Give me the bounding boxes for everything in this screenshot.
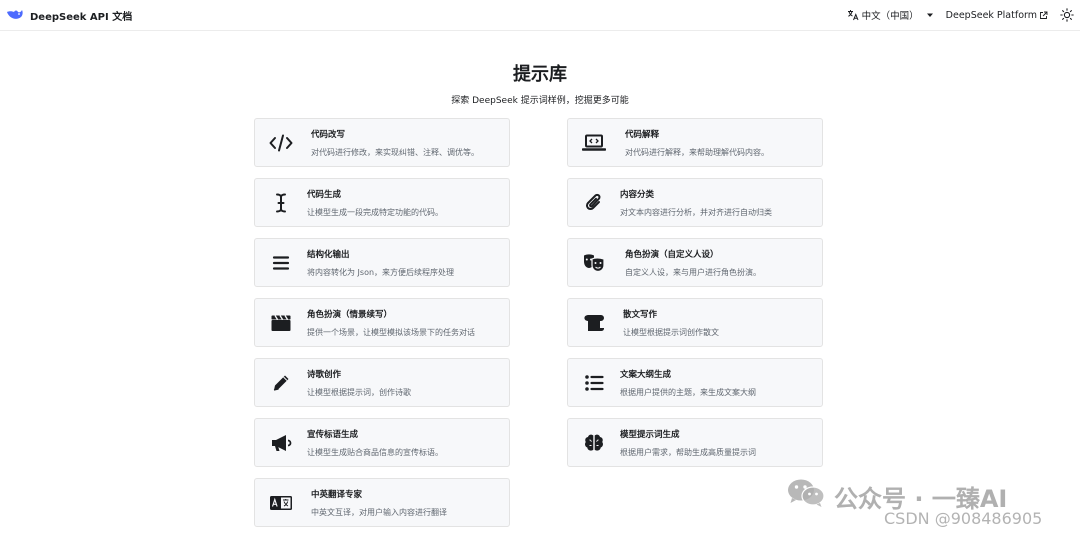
masks-icon bbox=[582, 252, 606, 274]
card-title: 文案大纲生成 bbox=[620, 370, 672, 380]
card-title: 结构化输出 bbox=[307, 250, 350, 260]
language-label: 中文（中国） bbox=[861, 11, 919, 22]
caret-down-icon bbox=[926, 11, 934, 19]
navbar-right: 中文（中国） DeepSeek Platform bbox=[847, 8, 1074, 22]
megaphone-icon bbox=[269, 432, 293, 454]
page-title: 提示库 bbox=[513, 64, 567, 85]
card-title: 诗歌创作 bbox=[307, 370, 342, 380]
card-description: 将内容转化为 Json，来方便后续程序处理 bbox=[307, 268, 455, 277]
prompt-card-outline-generation[interactable]: 文案大纲生成 根据用户提供的主题，来生成文案大纲 bbox=[567, 358, 823, 407]
brain-icon bbox=[582, 432, 606, 454]
laptop-code-icon bbox=[582, 132, 606, 154]
prompt-card-prose-writing[interactable]: 散文写作 让模型根据提示词创作散文 bbox=[567, 298, 823, 347]
prompt-card-slogan-generation[interactable]: 宣传标语生成 让模型生成贴合商品信息的宣传标语。 bbox=[254, 418, 510, 467]
prompt-card-roleplay-custom[interactable]: 角色扮演（自定义人设） 自定义人设，来与用户进行角色扮演。 bbox=[567, 238, 823, 287]
brand-title: DeepSeek API 文档 bbox=[30, 11, 133, 23]
scroll-icon bbox=[582, 312, 606, 334]
card-title: 角色扮演（情景续写） bbox=[307, 310, 393, 320]
brand-link[interactable]: DeepSeek API 文档 bbox=[6, 8, 132, 23]
card-description: 根据用户需求，帮助生成高质量提示词 bbox=[620, 448, 756, 457]
prompt-card-content-classification[interactable]: 内容分类 对文本内容进行分析，并对齐进行自动归类 bbox=[567, 178, 823, 227]
translate-icon bbox=[847, 9, 859, 21]
card-description: 提供一个场景，让模型模拟该场景下的任务对话 bbox=[307, 328, 475, 337]
prompt-card-translation-expert[interactable]: 中英翻译专家 中英文互译，对用户输入内容进行翻译 bbox=[254, 478, 510, 527]
prompt-card-code-rewrite[interactable]: 代码改写 对代码进行修改，来实现纠错、注释、调优等。 bbox=[254, 118, 510, 167]
card-description: 根据用户提供的主题，来生成文案大纲 bbox=[620, 388, 756, 397]
card-description: 对代码进行解释，来帮助理解代码内容。 bbox=[625, 148, 769, 157]
card-title: 代码改写 bbox=[311, 130, 346, 140]
card-description: 让模型根据提示词创作散文 bbox=[623, 328, 719, 337]
platform-link-label: DeepSeek Platform bbox=[945, 9, 1037, 21]
wechat-icon bbox=[786, 477, 826, 515]
platform-link[interactable]: DeepSeek Platform bbox=[946, 10, 1048, 21]
card-title: 模型提示词生成 bbox=[620, 430, 680, 440]
card-title: 内容分类 bbox=[620, 190, 655, 200]
paperclip-icon bbox=[582, 192, 606, 214]
card-title: 代码解释 bbox=[625, 130, 660, 140]
prompt-card-prompt-generation[interactable]: 模型提示词生成 根据用户需求，帮助生成高质量提示词 bbox=[567, 418, 823, 467]
card-description: 对文本内容进行分析，并对齐进行自动归类 bbox=[620, 208, 772, 217]
card-title: 散文写作 bbox=[623, 310, 658, 320]
card-description: 让模型生成一段完成特定功能的代码。 bbox=[307, 208, 443, 217]
card-description: 让模型根据提示词，创作诗歌 bbox=[307, 388, 411, 397]
prompt-card-code-explain[interactable]: 代码解释 对代码进行解释，来帮助理解代码内容。 bbox=[567, 118, 823, 167]
bars-icon bbox=[269, 252, 293, 274]
pencil-icon bbox=[269, 372, 293, 394]
code-icon bbox=[269, 132, 293, 154]
sun-icon[interactable] bbox=[1060, 8, 1074, 22]
prompt-card-poetry[interactable]: 诗歌创作 让模型根据提示词，创作诗歌 bbox=[254, 358, 510, 407]
card-title: 角色扮演（自定义人设） bbox=[625, 250, 719, 260]
top-navbar: DeepSeek API 文档 中文（中国） DeepSeek Platform bbox=[0, 0, 1080, 31]
list-icon bbox=[582, 372, 606, 394]
page-subtitle: 探索 DeepSeek 提示词样例，挖掘更多可能 bbox=[451, 96, 629, 106]
deepseek-whale-logo-icon bbox=[6, 8, 24, 22]
clapperboard-icon bbox=[269, 312, 293, 334]
card-title: 中英翻译专家 bbox=[311, 490, 363, 500]
prompt-card-code-generation[interactable]: 代码生成 让模型生成一段完成特定功能的代码。 bbox=[254, 178, 510, 227]
card-title: 代码生成 bbox=[307, 190, 342, 200]
card-description: 让模型生成贴合商品信息的宣传标语。 bbox=[307, 448, 443, 457]
prompt-card-structured-output[interactable]: 结构化输出 将内容转化为 Json，来方便后续程序处理 bbox=[254, 238, 510, 287]
card-description: 中英文互译，对用户输入内容进行翻译 bbox=[311, 508, 447, 517]
card-description: 对代码进行修改，来实现纠错、注释、调优等。 bbox=[311, 148, 479, 157]
csdn-watermark: CSDN @908486905 bbox=[884, 509, 1043, 528]
prompt-card-roleplay-scenario[interactable]: 角色扮演（情景续写） 提供一个场景，让模型模拟该场景下的任务对话 bbox=[254, 298, 510, 347]
card-description: 自定义人设，来与用户进行角色扮演。 bbox=[625, 268, 761, 277]
text-cursor-icon bbox=[269, 192, 293, 214]
external-link-icon bbox=[1039, 11, 1048, 20]
card-title: 宣传标语生成 bbox=[307, 430, 359, 440]
language-dropdown[interactable]: 中文（中国） bbox=[847, 8, 934, 22]
language-icon bbox=[269, 492, 293, 514]
